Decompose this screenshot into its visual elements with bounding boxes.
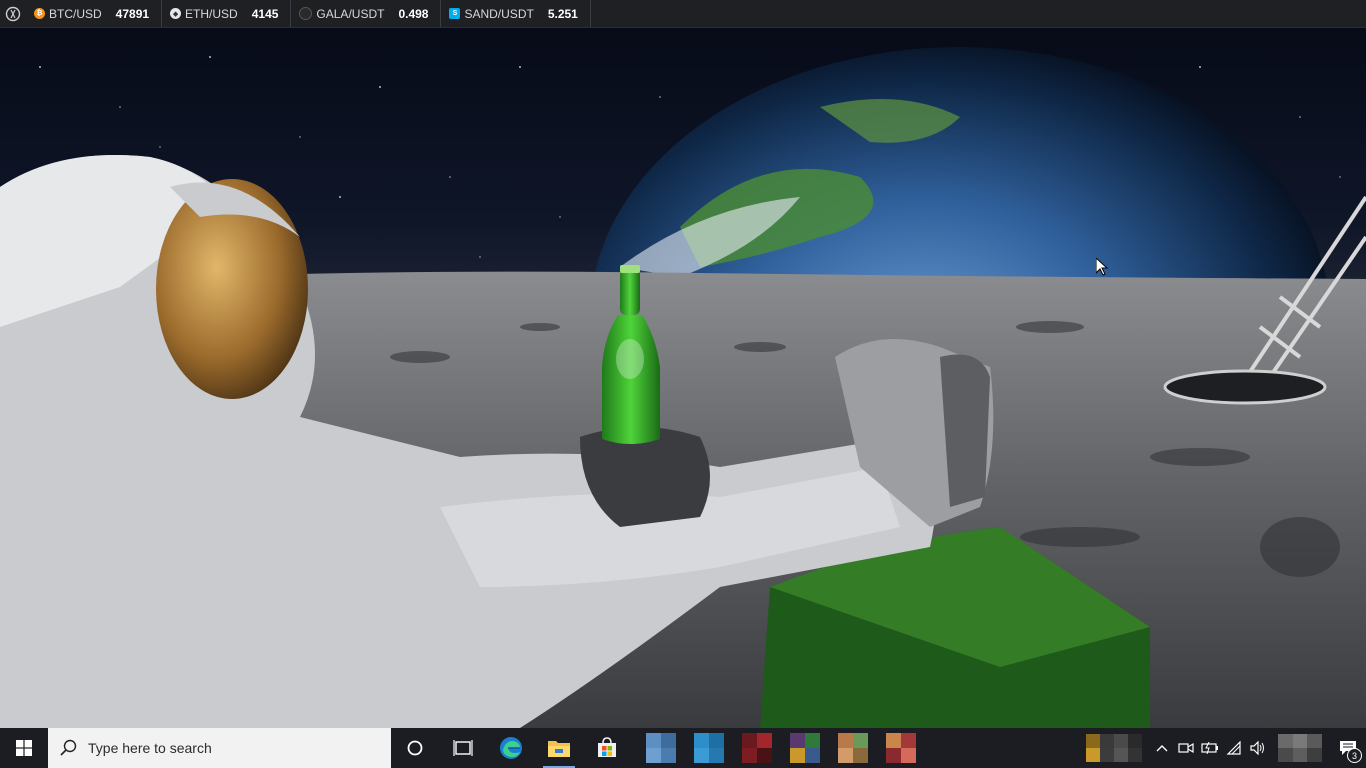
ticker-item-btc[interactable]: ₿ BTC/USD 47891 xyxy=(26,0,163,27)
meet-now-icon xyxy=(1178,742,1194,754)
edge-icon xyxy=(500,737,522,759)
volume-icon xyxy=(1250,741,1264,755)
notification-count-badge: 3 xyxy=(1347,748,1362,763)
ticker-pair: ETH/USD xyxy=(185,6,238,21)
ticker-pair: GALA/USDT xyxy=(316,6,385,21)
action-center-button[interactable]: 3 xyxy=(1330,728,1366,768)
microsoft-store-button[interactable] xyxy=(583,728,631,768)
file-explorer-button[interactable] xyxy=(535,728,583,768)
system-tray: 3 xyxy=(1150,728,1366,768)
chevron-up-icon xyxy=(1156,745,1168,752)
search-box[interactable]: Type here to search xyxy=(48,728,391,768)
sandbox-icon: S xyxy=(449,8,461,19)
ticker-item-sand[interactable]: S SAND/USDT 5.251 xyxy=(441,0,591,27)
ticker-pair: BTC/USD xyxy=(49,6,102,21)
bitcoin-icon: ₿ xyxy=(34,8,45,19)
microsoft-store-icon xyxy=(598,737,616,757)
ticker-pair: SAND/USDT xyxy=(464,6,534,21)
taskbar-app[interactable] xyxy=(733,728,781,768)
windows-logo-icon xyxy=(16,740,32,756)
ticker-price: 5.251 xyxy=(547,6,578,21)
file-explorer-icon xyxy=(548,741,570,757)
cortana-icon xyxy=(407,740,423,756)
volume-button[interactable] xyxy=(1246,728,1270,768)
desktop-wallpaper[interactable] xyxy=(0,27,1366,728)
pixelated-app-icon xyxy=(886,733,916,763)
task-view-button[interactable] xyxy=(439,728,487,768)
pixelated-app-icon xyxy=(694,733,724,763)
pixelated-app-icon xyxy=(742,733,772,763)
exchange-logo-icon[interactable] xyxy=(0,0,26,27)
tray-app-blurred[interactable] xyxy=(1078,728,1150,768)
pixelated-app-icon xyxy=(646,733,676,763)
pixelated-app-icon xyxy=(1086,734,1142,762)
crypto-ticker-bar: ₿ BTC/USD 47891 ◆ ETH/USD 4145 GALA/USDT… xyxy=(0,0,1366,28)
taskbar-app[interactable] xyxy=(637,728,685,768)
search-placeholder: Type here to search xyxy=(88,740,212,756)
taskbar-app[interactable] xyxy=(781,728,829,768)
edge-button[interactable] xyxy=(487,728,535,768)
battery-button[interactable] xyxy=(1198,728,1222,768)
start-button[interactable] xyxy=(0,728,48,768)
wifi-icon xyxy=(1226,741,1241,755)
pixelated-app-icon xyxy=(838,733,868,763)
meet-now-button[interactable] xyxy=(1174,728,1198,768)
wallpaper-scene xyxy=(0,47,1366,728)
ticker-item-eth[interactable]: ◆ ETH/USD 4145 xyxy=(162,0,292,27)
show-hidden-icons-button[interactable] xyxy=(1150,728,1174,768)
battery-icon xyxy=(1201,742,1218,754)
ticker-price: 47891 xyxy=(115,6,150,21)
cortana-button[interactable] xyxy=(391,728,439,768)
taskbar: Type here to search 3 xyxy=(0,728,1366,768)
clock-blurred[interactable] xyxy=(1278,734,1322,762)
ticker-price: 4145 xyxy=(251,6,279,21)
gala-icon xyxy=(299,7,313,20)
taskbar-app[interactable] xyxy=(685,728,733,768)
ethereum-icon: ◆ xyxy=(170,8,182,19)
taskbar-app[interactable] xyxy=(829,728,877,768)
network-button[interactable] xyxy=(1222,728,1246,768)
task-view-icon xyxy=(453,740,473,756)
pixelated-app-icon xyxy=(790,733,820,763)
ticker-item-gala[interactable]: GALA/USDT 0.498 xyxy=(291,0,442,27)
search-icon xyxy=(60,739,77,756)
taskbar-app[interactable] xyxy=(877,728,925,768)
ticker-price: 0.498 xyxy=(398,6,429,21)
